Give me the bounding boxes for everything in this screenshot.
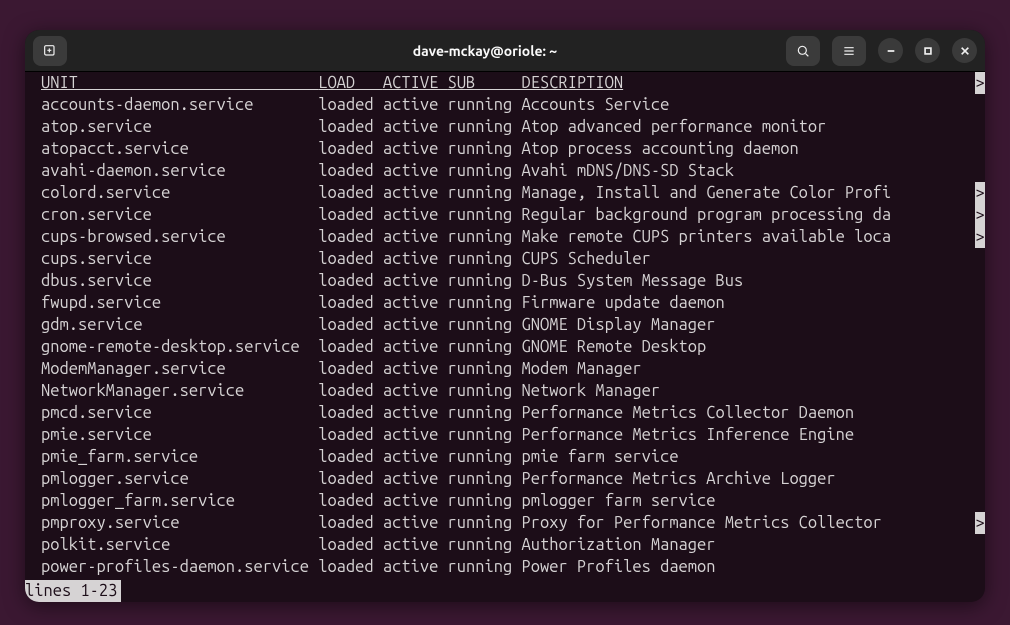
close-icon <box>960 46 970 56</box>
line-overflow-indicator: > <box>975 204 985 226</box>
maximize-button[interactable] <box>915 38 940 63</box>
service-row: pmie_farm.service loaded active running … <box>25 446 985 468</box>
service-row: pmcd.service loaded active running Perfo… <box>25 402 985 424</box>
service-rows: accounts-daemon.service loaded active ru… <box>25 94 985 578</box>
service-row: gnome-remote-desktop.service loaded acti… <box>25 336 985 358</box>
titlebar-right <box>757 36 977 66</box>
titlebar: dave-mckay@oriole: ~ <box>25 30 985 72</box>
header-row: UNIT LOAD ACTIVE SUB DESCRIPTION > <box>25 72 985 94</box>
service-row: cron.service loaded active running Regul… <box>25 204 985 226</box>
service-row: dbus.service loaded active running D-Bus… <box>25 270 985 292</box>
service-row: atop.service loaded active running Atop … <box>25 116 985 138</box>
pager-status: lines 1-23 <box>25 580 121 602</box>
service-row: atopacct.service loaded active running A… <box>25 138 985 160</box>
hdr-active: ACTIVE <box>383 74 448 92</box>
service-row: pmlogger.service loaded active running P… <box>25 468 985 490</box>
service-row: gdm.service loaded active running GNOME … <box>25 314 985 336</box>
service-row: pmproxy.service loaded active running Pr… <box>25 512 985 534</box>
hdr-desc: DESCRIPTION <box>522 74 624 92</box>
new-tab-icon <box>42 43 58 59</box>
minimize-icon <box>886 46 896 56</box>
service-row: pmie.service loaded active running Perfo… <box>25 424 985 446</box>
line-overflow-indicator: > <box>975 182 985 204</box>
titlebar-left <box>33 36 213 66</box>
header-overflow-indicator: > <box>975 72 985 94</box>
service-row: NetworkManager.service loaded active run… <box>25 380 985 402</box>
hdr-unit: UNIT <box>41 74 318 92</box>
search-icon <box>795 43 811 59</box>
minimize-button[interactable] <box>878 38 903 63</box>
line-overflow-indicator: > <box>975 226 985 248</box>
menu-button[interactable] <box>832 36 866 66</box>
service-row: accounts-daemon.service loaded active ru… <box>25 94 985 116</box>
service-row: colord.service loaded active running Man… <box>25 182 985 204</box>
new-tab-button[interactable] <box>33 36 67 66</box>
window-title: dave-mckay@oriole: ~ <box>213 43 757 59</box>
blank-row <box>25 578 985 600</box>
hamburger-icon <box>841 43 857 59</box>
service-row: cups.service loaded active running CUPS … <box>25 248 985 270</box>
terminal-body[interactable]: UNIT LOAD ACTIVE SUB DESCRIPTION > accoun… <box>25 72 985 602</box>
service-row: avahi-daemon.service loaded active runni… <box>25 160 985 182</box>
service-row: polkit.service loaded active running Aut… <box>25 534 985 556</box>
service-row: pmlogger_farm.service loaded active runn… <box>25 490 985 512</box>
service-row: cups-browsed.service loaded active runni… <box>25 226 985 248</box>
close-button[interactable] <box>952 38 977 63</box>
terminal-window: dave-mckay@oriole: ~ UNIT LOAD ACTIVE <box>25 30 985 602</box>
service-row: fwupd.service loaded active running Firm… <box>25 292 985 314</box>
service-row: ModemManager.service loaded active runni… <box>25 358 985 380</box>
line-overflow-indicator: > <box>975 512 985 534</box>
search-button[interactable] <box>786 36 820 66</box>
hdr-load: LOAD <box>318 74 383 92</box>
hdr-sub: SUB <box>448 74 522 92</box>
maximize-icon <box>923 46 933 56</box>
service-row: power-profiles-daemon.service loaded act… <box>25 556 985 578</box>
